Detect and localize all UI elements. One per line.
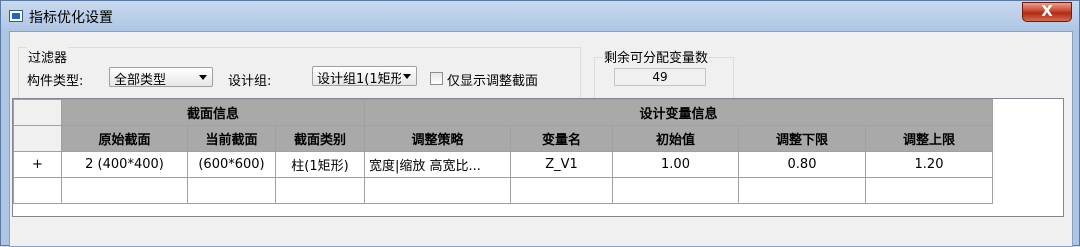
empty-cell (61, 177, 188, 204)
chevron-down-icon (403, 74, 411, 79)
col-original-section[interactable]: 原始截面 (61, 125, 188, 152)
design-group-label: 设计组: (228, 74, 272, 89)
title-bar[interactable]: 指标优化设置 X (1, 1, 1079, 31)
window-icon (9, 10, 23, 22)
cell-original-section[interactable]: 2 (400*400) (61, 151, 188, 178)
empty-cell (738, 177, 866, 204)
empty-cell (275, 177, 365, 204)
design-group-value: 设计组1(1矩形 (317, 72, 401, 86)
empty-cell (510, 177, 613, 204)
remaining-vars-label: 剩余可分配变量数 (603, 47, 710, 66)
component-type-label: 构件类型: (27, 74, 84, 89)
filter-group-label: 过滤器 (27, 47, 69, 66)
empty-cell (865, 177, 993, 204)
cell-var-name[interactable]: Z_V1 (510, 151, 613, 178)
remaining-vars-value: 49 (614, 68, 706, 86)
col-section-type[interactable]: 截面类别 (275, 125, 365, 152)
cell-strategy[interactable]: 宽度|缩放 高宽比... (364, 151, 511, 178)
col-upper[interactable]: 调整上限 (865, 125, 993, 152)
empty-cell (612, 177, 739, 204)
column-header-row: 原始截面 当前截面 截面类别 调整策略 变量名 初始值 调整下限 调整上限 (13, 125, 993, 152)
variable-table: 截面信息 设计变量信息 原始截面 当前截面 截面类别 调整策略 变量名 初始值 … (13, 99, 993, 204)
only-show-adjusted-label[interactable]: 仅显示调整截面 (447, 70, 538, 89)
col-initial[interactable]: 初始值 (612, 125, 739, 152)
group-header-row: 截面信息 设计变量信息 (13, 99, 993, 126)
empty-cell (13, 177, 62, 204)
header-corner (13, 99, 62, 126)
expand-button[interactable]: + (13, 151, 62, 178)
empty-cell (187, 177, 276, 204)
window-title: 指标优化设置 (29, 10, 113, 26)
cell-section-type[interactable]: 柱(1矩形) (275, 151, 365, 178)
dialog-window: 指标优化设置 X 过滤器 构件类型: 全部类型 设计组: 设计组1(1矩形 仅显… (0, 0, 1080, 247)
table-row[interactable]: + 2 (400*400) (600*600) 柱(1矩形) 宽度|缩放 高宽比… (13, 151, 993, 178)
only-show-adjusted-checkbox[interactable] (430, 72, 443, 85)
header-corner (13, 125, 62, 152)
col-current-section[interactable]: 当前截面 (187, 125, 276, 152)
design-group-select[interactable]: 设计组1(1矩形 (312, 66, 417, 86)
empty-cell (364, 177, 511, 204)
col-var-name[interactable]: 变量名 (510, 125, 613, 152)
cell-upper[interactable]: 1.20 (865, 151, 993, 178)
cell-current-section[interactable]: (600*600) (187, 151, 276, 178)
section-info-header: 截面信息 (61, 99, 365, 126)
chevron-down-icon (199, 75, 207, 80)
cell-lower[interactable]: 0.80 (738, 151, 866, 178)
col-lower[interactable]: 调整下限 (738, 125, 866, 152)
component-type-value: 全部类型 (114, 73, 167, 87)
variable-grid[interactable]: 截面信息 设计变量信息 原始截面 当前截面 截面类别 调整策略 变量名 初始值 … (12, 98, 1064, 217)
design-var-info-header: 设计变量信息 (364, 99, 993, 126)
close-button[interactable]: X (1022, 2, 1072, 22)
empty-row (13, 177, 993, 204)
col-strategy[interactable]: 调整策略 (364, 125, 511, 152)
cell-initial[interactable]: 1.00 (612, 151, 739, 178)
component-type-select[interactable]: 全部类型 (109, 67, 213, 87)
